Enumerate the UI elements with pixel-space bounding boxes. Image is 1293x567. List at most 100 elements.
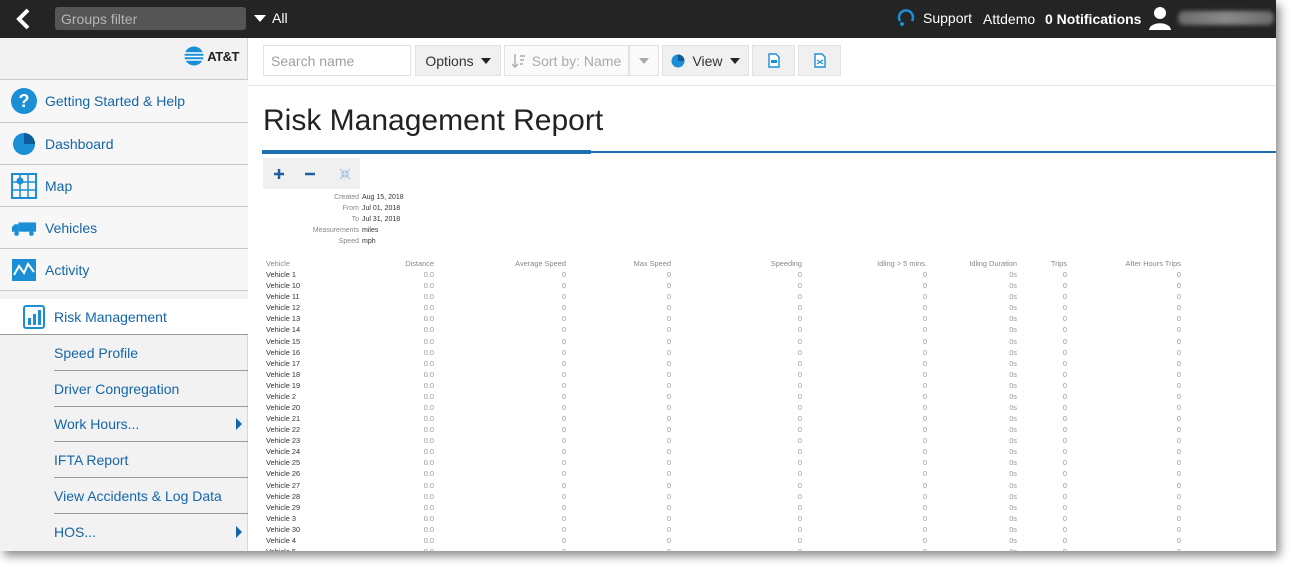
vehicle-name-cell: Vehicle 17 — [266, 358, 301, 368]
back-button[interactable] — [6, 4, 40, 34]
vehicle-name-cell: Vehicle 24 — [266, 447, 301, 457]
table-cell: 0 — [922, 436, 927, 446]
table-cell: 0 — [1062, 270, 1067, 280]
table-cell: 0 — [561, 281, 566, 291]
zoom-out-button[interactable] — [294, 158, 325, 189]
support-label: Support — [923, 10, 973, 26]
table-cell: 0 — [1062, 535, 1067, 545]
view-button[interactable]: View — [662, 45, 749, 76]
table-cell: 0 — [561, 436, 566, 446]
table-cell: 0 — [1062, 347, 1067, 357]
table-cell: 0 — [797, 469, 802, 479]
export-pdf-button[interactable] — [752, 45, 795, 76]
vehicle-name-cell: Vehicle 27 — [266, 480, 301, 490]
meta-value: Aug 15, 2018 — [362, 194, 404, 201]
groups-all-dropdown[interactable]: All — [254, 10, 288, 26]
table-cell: 0.0 — [423, 314, 434, 324]
table-cell: 0 — [666, 303, 671, 313]
table-cell: 0 — [561, 292, 566, 302]
table-cell: 0 — [566, 546, 671, 551]
table-cell: 0 — [666, 447, 671, 457]
groups-filter-input[interactable] — [55, 7, 246, 30]
notifications-link[interactable]: 0 Notifications — [1045, 11, 1141, 27]
file-excel-icon — [813, 53, 826, 68]
table-cell: 0 — [1176, 491, 1181, 501]
table-cell: 0s — [1009, 314, 1017, 324]
table-cell: 0.0 — [423, 391, 434, 401]
table-cell: 0 — [922, 270, 927, 280]
table-cell: 0 — [1062, 414, 1067, 424]
export-excel-button[interactable] — [798, 45, 841, 76]
zoom-in-button[interactable] — [263, 158, 294, 189]
table-cell: 0 — [797, 369, 802, 379]
nav-activity[interactable]: Activity — [0, 248, 248, 290]
fit-to-screen-button[interactable] — [329, 158, 360, 189]
table-header-row: Vehicle Distance Average Speed Max Speed Spe… — [266, 258, 1181, 269]
table-cell: 0s — [927, 546, 1017, 551]
meta-value: miles — [362, 227, 379, 234]
table-cell: 0.0 — [423, 358, 434, 368]
table-cell: 0s — [1009, 403, 1017, 413]
table-cell: 0 — [561, 524, 566, 534]
account-name[interactable]: Attdemo — [983, 11, 1035, 27]
table-cell: 0 — [797, 403, 802, 413]
nav-map[interactable]: Map — [0, 164, 248, 206]
sort-direction-dropdown[interactable] — [629, 45, 659, 76]
sub-item-speed-profile[interactable]: Speed Profile — [54, 335, 248, 371]
table-row: Vehicle 22 0.0 0 0 0 0 0s 0 0 — [266, 424, 1181, 435]
table-cell: 0 — [922, 524, 927, 534]
report-meta: Created Aug 15, 2018 From Jul 01, 2018 To Jul… — [300, 192, 404, 247]
pie-chart-icon — [11, 131, 37, 157]
options-button[interactable]: Options — [415, 45, 501, 76]
table-cell: 0.0 — [423, 480, 434, 490]
table-cell: 0 — [666, 524, 671, 534]
table-cell: 0 — [797, 391, 802, 401]
table-cell: 0 — [797, 325, 802, 335]
table-cell: 0 — [1062, 314, 1067, 324]
table-cell: 0 — [561, 458, 566, 468]
table-cell: 0 — [561, 380, 566, 390]
att-logo: AT&T — [184, 46, 239, 66]
table-cell: 0 — [922, 425, 927, 435]
nav-dashboard[interactable]: Dashboard — [0, 122, 248, 164]
table-cell: 0 — [1062, 380, 1067, 390]
table-cell: 0 — [797, 414, 802, 424]
table-cell: 0 — [922, 480, 927, 490]
sort-button[interactable]: Sort by: Name — [504, 45, 629, 76]
support-link[interactable]: Support — [897, 8, 972, 28]
vehicle-name-cell: Vehicle 4 — [266, 535, 296, 545]
column-header: Speeding — [770, 259, 802, 268]
table-cell: 0 — [561, 502, 566, 512]
user-name-redacted — [1178, 11, 1274, 25]
user-menu[interactable] — [1148, 6, 1274, 30]
nav-label: Getting Started & Help — [45, 93, 186, 109]
vehicle-name-cell: Vehicle 2 — [266, 391, 296, 401]
table-cell: 0 — [797, 281, 802, 291]
caret-down-icon — [254, 14, 266, 22]
meta-row: To Jul 31, 2018 — [300, 214, 404, 225]
table-cell: 0.0 — [423, 292, 434, 302]
table-cell: 0.0 — [423, 458, 434, 468]
sub-item-hos[interactable]: HOS... — [54, 514, 248, 550]
sub-item-driver-congregation[interactable]: Driver Congregation — [54, 371, 248, 407]
nav-vehicles[interactable]: Vehicles — [0, 206, 248, 248]
table-cell: 0.0 — [423, 469, 434, 479]
table-row: Vehicle 27 0.0 0 0 0 0 0s 0 0 — [266, 480, 1181, 491]
sub-item-view-accidents[interactable]: View Accidents & Log Data — [54, 478, 248, 514]
sub-item-ifta-report[interactable]: IFTA Report — [54, 442, 248, 478]
table-row: Vehicle 11 0.0 0 0 0 0 0s 0 0 — [266, 291, 1181, 302]
nav-getting-started[interactable]: ? Getting Started & Help — [0, 79, 248, 122]
sub-item-risk-management[interactable]: Risk Management — [0, 299, 248, 335]
vehicle-name-cell: Vehicle 12 — [266, 303, 301, 313]
table-cell: 0 — [561, 535, 566, 545]
headset-icon — [897, 9, 915, 26]
table-cell: 0 — [666, 325, 671, 335]
meta-value: mph — [362, 238, 376, 245]
table-cell: 0s — [1009, 447, 1017, 457]
search-name-input[interactable] — [263, 45, 411, 76]
table-cell: 0 — [666, 425, 671, 435]
table-row: Vehicle 12 0.0 0 0 0 0 0s 0 0 — [266, 302, 1181, 313]
sub-item-work-hours[interactable]: Work Hours... — [54, 407, 248, 442]
table-cell: 0 — [1062, 502, 1067, 512]
vehicle-name-cell: Vehicle 30 — [266, 524, 301, 534]
